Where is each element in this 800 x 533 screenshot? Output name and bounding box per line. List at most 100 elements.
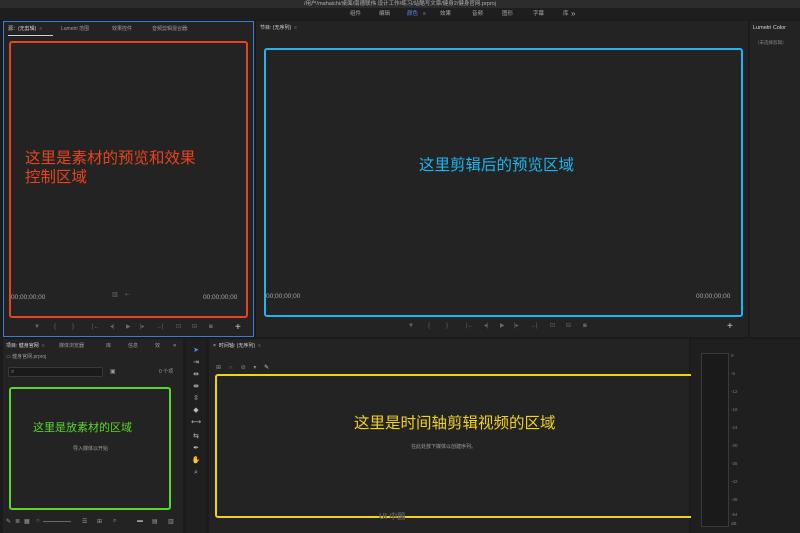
new-bin-from-search-icon[interactable]: ▣ — [110, 368, 116, 375]
export-frame-icon[interactable]: ◙ — [583, 321, 587, 331]
workspace-overflow-icon[interactable]: » — [571, 8, 575, 20]
mark-out-icon[interactable]: } — [72, 322, 74, 332]
linked-selection-icon[interactable]: ⊘ — [241, 365, 246, 371]
tab-effects[interactable]: 效 — [155, 339, 160, 353]
go-to-out-icon[interactable]: →| — [530, 321, 538, 331]
zoom-tool-icon[interactable]: ⌕ — [189, 467, 203, 478]
export-frame-icon[interactable]: ◙ — [209, 322, 213, 332]
workspace-tab-editing[interactable]: 编辑 — [379, 8, 390, 20]
rate-stretch-tool-icon[interactable]: ⇳ — [189, 393, 203, 404]
search-icon: ⌕ — [11, 369, 15, 375]
meter-tick: -24 — [731, 425, 738, 430]
selection-tool-icon[interactable]: ➤ — [189, 345, 203, 356]
play-icon[interactable]: ▶ — [500, 321, 505, 331]
panel-menu-icon: ≡ — [258, 343, 261, 349]
project-search-input[interactable]: ⌕ — [8, 367, 103, 377]
overwrite-button-icon[interactable]: ⊟ — [192, 322, 197, 332]
go-to-out-icon[interactable]: →| — [156, 322, 164, 332]
workspace-tab-audio[interactable]: 音频 — [472, 8, 483, 20]
find-icon[interactable]: ⌕ — [113, 518, 116, 525]
snap-icon[interactable]: ∩ — [229, 365, 233, 371]
new-item-icon[interactable]: ▤ — [152, 518, 158, 525]
mark-out-icon[interactable]: } — [446, 321, 448, 331]
go-to-in-icon[interactable]: |← — [466, 321, 474, 331]
extract-icon[interactable]: ⊟ — [566, 321, 571, 331]
workspace-tab-effects[interactable]: 效果 — [440, 8, 451, 20]
icon-view-icon[interactable]: ▦ — [24, 518, 30, 525]
active-tab-underline — [8, 35, 53, 36]
add-marker-icon[interactable]: ▼ — [408, 321, 414, 331]
track-select-tool-icon[interactable]: ⇥ — [189, 357, 203, 368]
tab-project[interactable]: 项目: 健身官网 ≡ — [6, 339, 45, 353]
meter-tick: -36 — [731, 461, 738, 466]
item-count: 0 个项 — [159, 369, 174, 375]
project-bottom-toolbar: ✎ ≣ ▦ ○ ☰ ⊞ ⌕ ▬ ▤ ▥ — [3, 518, 183, 530]
tab-libraries[interactable]: 库 — [106, 339, 111, 353]
ripple-edit-tool-icon[interactable]: ⇹ — [189, 369, 203, 380]
clear-icon[interactable]: ▥ — [168, 518, 174, 525]
project-file-name: 健身官网.prproj — [12, 354, 47, 360]
add-marker-icon[interactable]: ▼ — [34, 322, 40, 332]
step-forward-icon[interactable]: |▸ — [140, 322, 145, 332]
tab-audio-clip-mixer[interactable]: 音频剪辑混合器: — [152, 22, 188, 36]
tab-lumetri-color[interactable]: Lumetri Color — [753, 21, 786, 35]
slide-tool-icon[interactable]: ⇆ — [189, 431, 203, 442]
play-icon[interactable]: ▶ — [126, 322, 131, 332]
zoom-slider-track[interactable] — [43, 521, 71, 522]
no-clip-selected-text: （未选择剪辑） — [755, 40, 787, 45]
workspace-tab-color[interactable]: 颜色 — [407, 8, 418, 20]
add-button-icon[interactable]: + — [235, 323, 241, 333]
tab-media-browser[interactable]: 媒体浏览器 — [59, 339, 84, 353]
close-icon: × — [213, 343, 216, 349]
workspace-tab-captions[interactable]: 字幕 — [533, 8, 544, 20]
workspace-bar: 组件 编辑 颜色 ≡ 效果 音频 图形 字幕 库 » — [0, 8, 800, 20]
mark-in-icon[interactable]: { — [54, 322, 56, 332]
list-view-icon[interactable]: ≣ — [15, 518, 20, 525]
timeline-panel: × 时间轴: (无序列) ≡ ⊞ ∩ ⊘ ▾ ✎ 在此处放下媒体以创建序列。 这里是… — [209, 339, 710, 533]
new-bin-icon[interactable]: ▬ — [137, 518, 143, 524]
step-back-icon[interactable]: ◂| — [484, 321, 489, 331]
project-annotation-frame — [9, 387, 171, 510]
tab-source[interactable]: 源：(无剪辑) ≡ — [8, 22, 42, 36]
tab-program[interactable]: 节目: (无序列) ≡ — [260, 21, 297, 35]
project-annotation-text: 这里是放素材的区域 — [33, 421, 132, 434]
razor-tool-icon[interactable]: ◆ — [189, 405, 203, 416]
timeline-annotation-frame — [215, 374, 710, 518]
panel-menu-icon: ≡ — [294, 25, 298, 31]
hand-tool-icon[interactable]: ✋ — [189, 455, 203, 466]
meter-tick: -18 — [731, 407, 738, 412]
tab-effect-controls[interactable]: 效果控件 — [112, 22, 132, 36]
meter-tick: -6 — [731, 371, 736, 376]
lock-icon[interactable]: ✎ — [6, 518, 11, 525]
mark-in-icon[interactable]: { — [428, 321, 430, 331]
step-forward-icon[interactable]: |▸ — [514, 321, 519, 331]
tab-lumetri-scopes[interactable]: Lumetri 范围 — [61, 22, 89, 36]
workspace-tab-graphics[interactable]: 图形 — [502, 8, 513, 20]
timeline-toolbar: ⊞ ∩ ⊘ ▾ ✎ — [216, 364, 269, 371]
workspace-tab-assembly[interactable]: 组件 — [350, 8, 361, 20]
insert-button-icon[interactable]: ⊡ — [176, 322, 181, 332]
sort-icon[interactable]: ☰ — [82, 518, 87, 525]
go-to-in-icon[interactable]: |← — [92, 322, 100, 332]
meter-tick: dB — [731, 521, 737, 526]
add-marker-icon[interactable]: ▾ — [253, 365, 256, 371]
tab-info[interactable]: 信息 — [128, 339, 138, 353]
lift-icon[interactable]: ⊡ — [550, 321, 555, 331]
panel-menu-icon: ≡ — [39, 26, 43, 32]
pen-tool-icon[interactable]: ✒ — [189, 443, 203, 454]
meter-tick: -48 — [731, 497, 738, 502]
workspace-menu-icon[interactable]: ≡ — [423, 8, 426, 20]
rolling-edit-tool-icon[interactable]: ⇼ — [189, 381, 203, 392]
wrench-icon[interactable]: ✎ — [264, 365, 269, 371]
automate-to-sequence-icon[interactable]: ⊞ — [97, 518, 102, 525]
tab-timeline[interactable]: × 时间轴: (无序列) ≡ — [213, 339, 261, 353]
zoom-slider-handle[interactable]: ○ — [36, 518, 40, 524]
add-button-icon[interactable]: + — [727, 322, 733, 332]
slip-tool-icon[interactable]: ⟷ — [189, 417, 203, 428]
window-title: /用户/mahaichi/桌面/南德联伟 设计工作/练习/站酷写文章/健身2/健… — [0, 0, 800, 8]
panel-overflow-icon[interactable]: » — [173, 339, 176, 353]
nest-icon[interactable]: ⊞ — [216, 365, 221, 371]
step-back-icon[interactable]: ◂| — [110, 322, 115, 332]
workspace-tab-libraries[interactable]: 库 — [563, 8, 569, 20]
meter-tick: 0 — [731, 353, 734, 358]
